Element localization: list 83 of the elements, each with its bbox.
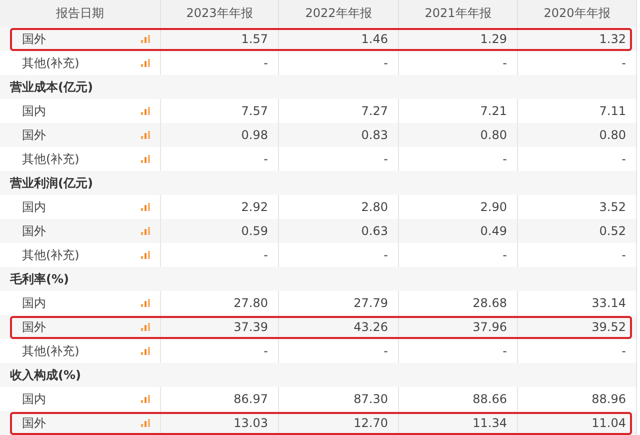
- table-cell: 12.70: [354, 416, 388, 430]
- table-cell: 13.03: [234, 416, 268, 430]
- table-cell: 1.29: [480, 32, 507, 46]
- table-cell: 27.79: [354, 296, 388, 310]
- table-cell: 2.90: [480, 200, 507, 214]
- table-cell: -: [264, 56, 268, 70]
- bar-chart-icon[interactable]: [141, 59, 150, 67]
- table-cell: 87.30: [354, 392, 388, 406]
- table-cell: 2.92: [241, 200, 268, 214]
- bar-chart-icon[interactable]: [141, 347, 150, 355]
- bar-chart-icon[interactable]: [141, 107, 150, 115]
- row-label: 其他(补充): [22, 54, 80, 72]
- table-cell: 7.57: [241, 104, 268, 118]
- row-label: 国内: [22, 198, 46, 216]
- row-label: 国内: [22, 102, 46, 120]
- table-cell: 0.80: [480, 128, 507, 142]
- table-cell: 11.04: [592, 416, 626, 430]
- table-cell: 1.46: [361, 32, 388, 46]
- table-cell: 28.68: [472, 296, 507, 310]
- row-label: 其他(补充): [22, 246, 80, 264]
- table-cell: 1.32: [599, 32, 626, 46]
- row-label: 国外: [22, 126, 46, 144]
- row-label: 国外: [22, 222, 46, 240]
- table-cell: 88.96: [592, 392, 626, 406]
- table-cell: -: [384, 152, 388, 166]
- bar-chart-icon[interactable]: [141, 419, 150, 427]
- table-cell: -: [384, 344, 388, 358]
- table-cell: 33.14: [592, 296, 626, 310]
- row-label: 国外: [22, 30, 46, 48]
- bar-chart-icon[interactable]: [141, 35, 150, 43]
- bar-chart-icon[interactable]: [141, 131, 150, 139]
- row-label: 其他(补充): [22, 342, 80, 360]
- table-cell: -: [502, 344, 507, 358]
- section-label: 营业成本(亿元): [10, 78, 93, 96]
- table-cell: -: [264, 344, 268, 358]
- table-cell: 0.83: [361, 128, 388, 142]
- bar-chart-icon[interactable]: [141, 203, 150, 211]
- bar-chart-icon[interactable]: [141, 227, 150, 235]
- table-cell: -: [502, 248, 507, 262]
- table-cell: 3.52: [599, 200, 626, 214]
- table-cell: -: [384, 56, 388, 70]
- table-cell: 39.52: [592, 320, 626, 334]
- row-label: 国内: [22, 294, 46, 312]
- table-cell: -: [502, 56, 507, 70]
- table-cell: -: [384, 248, 388, 262]
- bar-chart-icon[interactable]: [141, 155, 150, 163]
- table-cell: -: [622, 344, 626, 358]
- table-cell: 43.26: [354, 320, 388, 334]
- bar-chart-icon[interactable]: [141, 395, 150, 403]
- table-cell: 0.98: [241, 128, 268, 142]
- bar-chart-icon[interactable]: [141, 251, 150, 259]
- table-cell: 7.11: [599, 104, 626, 118]
- table-cell: 1.57: [241, 32, 268, 46]
- table-cell: -: [264, 248, 268, 262]
- row-label: 国外: [22, 318, 46, 336]
- table-cell: 7.21: [480, 104, 507, 118]
- section-label: 营业利润(亿元): [10, 174, 93, 192]
- table-cell: 0.80: [599, 128, 626, 142]
- row-label: 其他(补充): [22, 150, 80, 168]
- table-cell: 37.96: [472, 320, 507, 334]
- table-cell: 0.52: [599, 224, 626, 238]
- table-cell: -: [622, 152, 626, 166]
- row-label: 国内: [22, 390, 46, 408]
- section-label: 收入构成(%): [10, 366, 81, 384]
- table-cell: -: [622, 56, 626, 70]
- table-cell: 0.59: [241, 224, 268, 238]
- column-header: 报告日期: [55, 5, 105, 22]
- table-cell: 27.80: [234, 296, 268, 310]
- table-cell: 37.39: [234, 320, 268, 334]
- table-cell: 2.80: [361, 200, 388, 214]
- table-cell: 7.27: [361, 104, 388, 118]
- table-cell: 0.63: [361, 224, 388, 238]
- table-cell: 0.49: [480, 224, 507, 238]
- row-label: 国外: [22, 414, 46, 432]
- section-label: 毛利率(%): [10, 270, 69, 288]
- bar-chart-icon[interactable]: [141, 323, 150, 331]
- table-cell: 86.97: [234, 392, 268, 406]
- table-cell: -: [264, 152, 268, 166]
- bar-chart-icon[interactable]: [141, 299, 150, 307]
- table-cell: -: [502, 152, 507, 166]
- table-cell: 88.66: [472, 392, 507, 406]
- table-cell: -: [622, 248, 626, 262]
- table-cell: 11.34: [472, 416, 507, 430]
